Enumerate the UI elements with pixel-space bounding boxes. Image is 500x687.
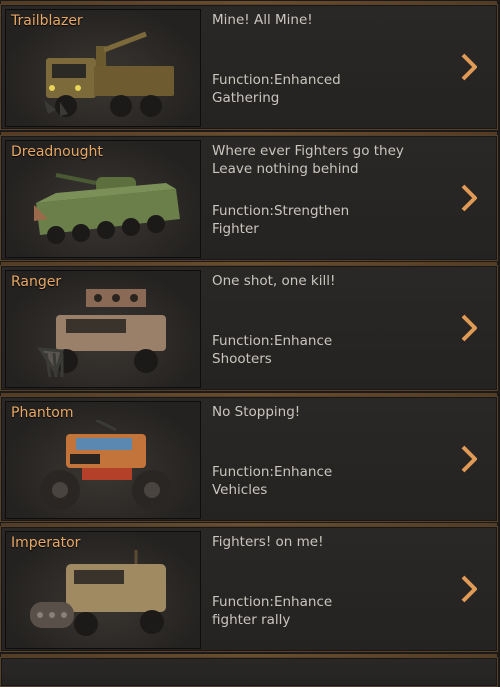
vehicle-card-phantom[interactable]: Phantom No Stopping! Function:Enhance Ve… (0, 393, 498, 522)
armored-vehicle-image (34, 173, 180, 244)
function-target: Vehicles (212, 482, 268, 498)
vehicle-function: Function:Enhance Vehicles (212, 463, 432, 499)
function-label: Function:Strengthen (212, 203, 350, 219)
vehicle-thumbnail: Phantom (5, 401, 201, 519)
vehicle-name: Ranger (11, 274, 62, 290)
buggy-launcher-image (37, 289, 166, 378)
vehicle-function: Function:Enhance Shooters (212, 332, 432, 368)
vehicle-card-imperator[interactable]: Imperator Fighters! on me! Function:Enha… (0, 523, 498, 652)
function-target: Fighter (212, 221, 259, 237)
vehicle-tagline: Where ever Fighters go they Leave nothin… (212, 143, 404, 177)
function-label: Function:Enhanced (212, 72, 341, 88)
vehicle-function: Function:Strengthen Fighter (212, 202, 432, 238)
vehicle-function: Function:Enhance fighter rally (212, 593, 432, 629)
vehicle-name: Imperator (11, 535, 81, 551)
vehicle-list: Trailblazer Mine! All Mine! Function:Enh… (0, 0, 500, 687)
chevron-right-icon[interactable] (459, 574, 479, 604)
vehicle-name: Trailblazer (11, 13, 83, 29)
vehicle-tagline: Fighters! on me! (212, 534, 324, 550)
war-rig-image (30, 550, 166, 636)
vehicle-function: Function:Enhanced Gathering (212, 71, 432, 107)
chevron-right-icon[interactable] (459, 444, 479, 474)
vehicle-card-trailblazer[interactable]: Trailblazer Mine! All Mine! Function:Enh… (0, 1, 498, 130)
vehicle-tagline: Mine! All Mine! (212, 12, 313, 28)
vehicle-thumbnail: Dreadnought (5, 140, 201, 258)
vehicle-thumbnail: Trailblazer (5, 9, 201, 127)
function-target: Shooters (212, 351, 272, 367)
vehicle-card-ranger[interactable]: Ranger One shot, one kill! Function:Enha… (0, 262, 498, 391)
vehicle-thumbnail: Imperator (5, 531, 201, 649)
vehicle-card-partial[interactable] (0, 654, 498, 687)
monster-truck-image (40, 420, 172, 510)
vehicle-name: Dreadnought (11, 144, 103, 160)
chevron-right-icon[interactable] (459, 52, 479, 82)
function-label: Function:Enhance (212, 333, 333, 349)
chevron-right-icon[interactable] (459, 313, 479, 343)
truck-crane-image (44, 31, 174, 117)
function-target: Gathering (212, 90, 280, 106)
function-label: Function:Enhance (212, 594, 333, 610)
function-target: fighter rally (212, 612, 291, 628)
chevron-right-icon[interactable] (459, 183, 479, 213)
vehicle-thumbnail: Ranger (5, 270, 201, 388)
vehicle-name: Phantom (11, 405, 74, 421)
function-label: Function:Enhance (212, 464, 333, 480)
vehicle-tagline: No Stopping! (212, 404, 301, 420)
vehicle-card-dreadnought[interactable]: Dreadnought Where ever Fighters go they … (0, 132, 498, 261)
vehicle-tagline: One shot, one kill! (212, 273, 336, 289)
